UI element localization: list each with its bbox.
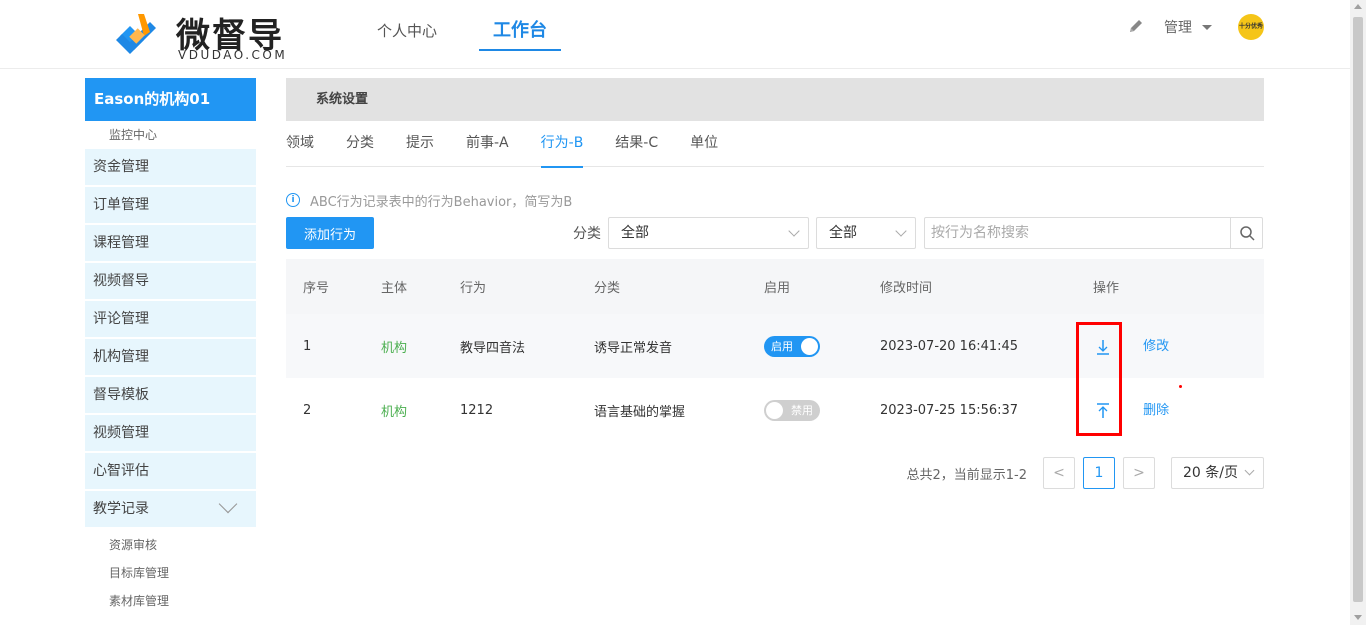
cell-category: 语言基础的掌握: [594, 404, 686, 420]
col-header-enabled: 启用: [764, 281, 791, 296]
sidebar-item-courses[interactable]: 课程管理: [85, 225, 256, 261]
cell-subject: 机构: [381, 404, 408, 420]
enable-toggle[interactable]: 启用: [764, 335, 820, 357]
cell-enabled: 禁用: [747, 378, 863, 442]
chevron-down-icon: [788, 225, 800, 237]
col-header-actions: 操作: [1093, 281, 1120, 296]
cell-no: 2: [303, 402, 312, 418]
hint-text: ABC行为记录表中的行为Behavior，简写为B: [310, 194, 573, 210]
col-header-time: 修改时间: [880, 281, 933, 296]
logo[interactable]: 微督导 VDUDAO.COM: [110, 8, 290, 62]
top-nav: 个人中心 工作台: [377, 0, 603, 68]
toggle-label: 禁用: [791, 403, 813, 417]
table-header-row: 序号 主体 行为 分类 启用 修改时间 操作: [286, 259, 1264, 314]
main-content: 系统设置 领域 分类 提示 前事-A 行为-B 结果-C 单位 i ABC行为记…: [286, 78, 1264, 489]
toggle-knob: [801, 337, 818, 355]
header-right: 管理 十分优秀: [1126, 12, 1264, 42]
cell-behavior: 教导四音法: [460, 340, 526, 356]
chevron-down-icon: [895, 225, 907, 237]
avatar[interactable]: 十分优秀: [1238, 14, 1264, 40]
tab-unit[interactable]: 单位: [690, 121, 718, 167]
page-size-select[interactable]: 20 条/页: [1171, 457, 1264, 489]
tab-behavior[interactable]: 行为-B: [540, 121, 583, 168]
tab-consequence[interactable]: 结果-C: [615, 121, 658, 167]
tab-category[interactable]: 分类: [346, 121, 374, 167]
cell-category: 诱导正常发音: [594, 340, 673, 356]
scroll-down-icon[interactable]: [1354, 615, 1362, 620]
category-select[interactable]: 全部: [608, 217, 809, 249]
cell-subject: 机构: [381, 340, 408, 356]
sidebar-item-video-supervision[interactable]: 视频督导: [85, 263, 256, 299]
sidebar-item-label: 教学记录: [93, 501, 149, 517]
chevron-down-icon[interactable]: [218, 494, 238, 514]
sidebar-subitem-resource-review[interactable]: 资源审核: [85, 531, 256, 559]
highlight-box: [1076, 322, 1122, 436]
tab-bar: 领域 分类 提示 前事-A 行为-B 结果-C 单位: [286, 121, 1264, 168]
col-header-behavior: 行为: [460, 281, 487, 296]
sidebar-item-assessment[interactable]: 心智评估: [85, 453, 256, 489]
search-button[interactable]: [1230, 218, 1262, 248]
nav-personal-center[interactable]: 个人中心: [377, 0, 437, 68]
sidebar-item-templates[interactable]: 督导模板: [85, 377, 256, 413]
sidebar-item-monitor[interactable]: 监控中心: [85, 121, 256, 149]
chevron-down-icon[interactable]: [1202, 24, 1212, 30]
sidebar-subitem-material-library[interactable]: 素材库管理: [85, 587, 256, 615]
page-title: 系统设置: [286, 78, 1264, 121]
toggle-label: 启用: [771, 339, 793, 353]
filter-label: 分类: [573, 226, 601, 242]
cell-no: 1: [303, 338, 312, 354]
search-box: [924, 217, 1263, 249]
sidebar-item-videos[interactable]: 视频管理: [85, 415, 256, 451]
top-header: 微督导 VDUDAO.COM 个人中心 工作台 管理 十分优秀: [0, 0, 1350, 69]
col-header-no: 序号: [303, 281, 330, 296]
page-size-value: 20 条/页: [1183, 465, 1238, 481]
page-button-1[interactable]: 1: [1083, 457, 1115, 489]
sidebar-item-funds[interactable]: 资金管理: [85, 149, 256, 185]
sidebar-item-comments[interactable]: 评论管理: [85, 301, 256, 337]
sidebar-item-institutions[interactable]: 机构管理: [85, 339, 256, 375]
info-icon: i: [286, 193, 300, 207]
edit-link[interactable]: 修改: [1143, 339, 1169, 354]
add-behavior-button[interactable]: 添加行为: [286, 217, 374, 249]
sidebar-item-orders[interactable]: 订单管理: [85, 187, 256, 223]
tab-antecedent[interactable]: 前事-A: [466, 121, 509, 167]
next-page-button[interactable]: >: [1123, 457, 1155, 489]
cell-time: 2023-07-25 15:56:37: [880, 402, 1019, 418]
category-select-value: 全部: [621, 225, 649, 241]
chevron-down-icon: [1244, 465, 1255, 476]
col-header-subject: 主体: [381, 281, 408, 296]
search-input[interactable]: [925, 218, 1225, 248]
enable-toggle[interactable]: 禁用: [764, 399, 820, 421]
sidebar-item-teaching-records[interactable]: 教学记录: [85, 491, 256, 527]
sidebar-subitem-target-library[interactable]: 目标库管理: [85, 559, 256, 587]
sidebar: Eason的机构01 监控中心 资金管理 订单管理 课程管理 视频督导 评论管理…: [85, 78, 256, 615]
toggle-knob: [766, 401, 783, 419]
red-dot: [1179, 385, 1182, 388]
tab-domain[interactable]: 领域: [286, 121, 314, 167]
delete-link[interactable]: 删除: [1143, 403, 1169, 418]
col-header-category: 分类: [594, 281, 621, 296]
admin-menu[interactable]: 管理: [1164, 17, 1192, 37]
logo-mark-icon: [116, 14, 156, 54]
cell-behavior: 1212: [460, 402, 494, 418]
logo-subtitle: VDUDAO.COM: [178, 48, 288, 62]
pencil-icon[interactable]: [1126, 17, 1146, 37]
org-title[interactable]: Eason的机构01: [85, 78, 256, 121]
search-icon: [1240, 226, 1255, 241]
prev-page-button[interactable]: <: [1043, 457, 1075, 489]
pagination-total: 总共2，当前显示1-2: [906, 467, 1027, 483]
cell-time: 2023-07-20 16:41:45: [880, 338, 1019, 354]
status-select-value: 全部: [829, 225, 857, 241]
status-select[interactable]: 全部: [816, 217, 916, 249]
pagination: 总共2，当前显示1-2 < 1 > 20 条/页: [906, 457, 1264, 489]
scrollbar-thumb[interactable]: [1353, 17, 1363, 602]
info-hint: i ABC行为记录表中的行为Behavior，简写为B: [286, 190, 572, 210]
cell-enabled: 启用: [747, 314, 863, 378]
tab-prompt[interactable]: 提示: [406, 121, 434, 167]
scroll-up-icon[interactable]: [1354, 4, 1362, 9]
nav-workbench[interactable]: 工作台: [479, 0, 562, 68]
vertical-scrollbar[interactable]: [1350, 0, 1366, 625]
